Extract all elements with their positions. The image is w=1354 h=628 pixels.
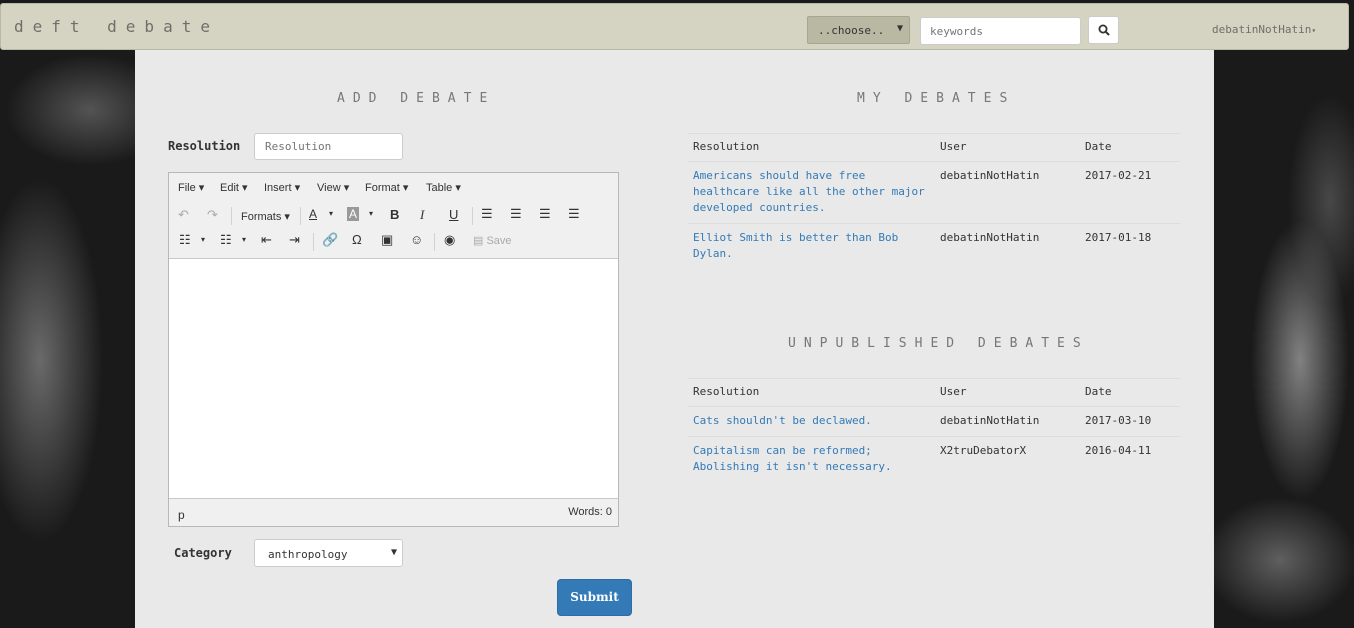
special-character-icon[interactable]: Ω — [352, 232, 362, 247]
category-select[interactable]: anthropology ▼ — [254, 539, 403, 567]
save-icon: ▤ — [473, 235, 484, 247]
debate-link[interactable]: Americans should have free healthcare li… — [688, 161, 935, 224]
preview-icon[interactable]: ◉ — [444, 232, 455, 248]
background-color-icon[interactable]: A — [347, 207, 360, 221]
user-menu[interactable]: debatinNotHatin▾ — [1212, 23, 1316, 36]
editor-menubar: File ▾ Edit ▾ Insert ▾ View ▾ Format ▾ T… — [169, 173, 618, 201]
debate-user: debatinNotHatin — [935, 161, 1080, 224]
submit-button[interactable]: Submit — [557, 579, 632, 616]
search-icon — [1098, 24, 1110, 36]
save-button[interactable]: ▤ Save — [473, 234, 512, 247]
my-debates-table: Resolution User Date Americans should ha… — [688, 133, 1180, 269]
chevron-down-icon: ▼ — [390, 547, 397, 558]
formats-dropdown[interactable]: Formats ▾ — [241, 210, 290, 223]
debate-link[interactable]: Cats shouldn't be declawed. — [688, 406, 935, 437]
table-row: Capitalism can be reformed; Abolishing i… — [688, 437, 1180, 483]
debate-user: X2truDebatorX — [940, 444, 1027, 457]
outdent-icon[interactable]: ⇤ — [261, 232, 272, 248]
column-header-user: User — [935, 378, 1080, 407]
menu-file[interactable]: File ▾ — [178, 181, 204, 194]
unpublished-debates-table: Resolution User Date Cats shouldn't be d… — [688, 378, 1180, 482]
menu-format[interactable]: Format ▾ — [365, 181, 408, 194]
column-header-date: Date — [1080, 133, 1180, 162]
menu-edit[interactable]: Edit ▾ — [220, 181, 248, 194]
debate-link[interactable]: Elliot Smith is better than Bob Dylan. — [688, 224, 935, 270]
resolution-input[interactable] — [254, 133, 403, 160]
emoticon-icon[interactable]: ☺ — [410, 232, 423, 247]
category-select-value: anthropology — [268, 548, 348, 561]
indent-icon[interactable]: ⇥ — [289, 232, 300, 248]
category-label: Category — [174, 546, 232, 560]
add-debate-title: ADD DEBATE — [337, 91, 496, 106]
unpublished-debates-title: UNPUBLISHED DEBATES — [788, 336, 1089, 351]
text-color-chevron-icon[interactable]: ▾ — [329, 209, 333, 218]
editor-toolbar-row-2: ☷ ▾ ☷ ▾ ⇤ ⇥ 🔗 Ω ▣ ☺ ◉ ▤ Save — [169, 230, 618, 256]
debate-link[interactable]: Capitalism can be reformed; Abolishing i… — [688, 437, 935, 483]
table-row: Cats shouldn't be declawed. debatinNotHa… — [688, 406, 1180, 437]
debate-date: 2016-04-11 — [1085, 444, 1152, 457]
column-header-resolution: Resolution — [688, 133, 935, 162]
align-justify-icon[interactable]: ☰ — [568, 206, 580, 222]
caret-down-icon: ▾ — [1311, 26, 1317, 35]
menu-table[interactable]: Table ▾ — [426, 181, 461, 194]
my-debates-title: MY DEBATES — [857, 91, 1016, 106]
category-filter-select[interactable]: ..choose.. ▼ — [807, 16, 910, 44]
chevron-down-icon: ▼ — [896, 23, 903, 34]
table-row: Elliot Smith is better than Bob Dylan. d… — [688, 224, 1180, 270]
debate-date: 2017-03-10 — [1080, 406, 1180, 437]
editor-content-area[interactable] — [169, 258, 618, 499]
search-button[interactable] — [1088, 16, 1119, 44]
editor-element-path[interactable]: p — [178, 508, 185, 522]
align-center-icon[interactable]: ☰ — [510, 206, 522, 222]
column-header-date: Date — [1080, 378, 1180, 407]
debate-user: debatinNotHatin — [935, 406, 1080, 437]
column-header-resolution: Resolution — [688, 378, 935, 407]
rich-text-editor: File ▾ Edit ▾ Insert ▾ View ▾ Format ▾ T… — [168, 172, 619, 527]
redo-icon[interactable]: ↷ — [207, 207, 218, 223]
image-icon[interactable]: ▣ — [381, 232, 393, 248]
table-header-row: Resolution User Date — [688, 378, 1180, 407]
menu-view[interactable]: View ▾ — [317, 181, 349, 194]
debate-date: 2017-01-18 — [1085, 231, 1152, 244]
resolution-label: Resolution — [168, 139, 241, 153]
table-row: Americans should have free healthcare li… — [688, 161, 1180, 224]
align-left-icon[interactable]: ☰ — [481, 206, 493, 222]
background-color-chevron-icon[interactable]: ▾ — [369, 209, 373, 218]
bullet-list-chevron-icon[interactable]: ▾ — [201, 235, 205, 244]
numbered-list-icon[interactable]: ☷ — [220, 232, 232, 248]
debate-user: debatinNotHatin — [940, 231, 1040, 244]
user-name: debatinNotHatin — [1212, 23, 1312, 36]
text-color-icon[interactable]: A — [309, 207, 317, 221]
bold-icon[interactable]: B — [390, 207, 399, 222]
menu-insert[interactable]: Insert ▾ — [264, 181, 300, 194]
table-header-row: Resolution User Date — [688, 133, 1180, 162]
navbar: deft debate ..choose.. ▼ debatinNotHatin… — [0, 3, 1349, 50]
main-panel: ADD DEBATE Resolution File ▾ Edit ▾ Inse… — [135, 50, 1214, 628]
undo-icon[interactable]: ↶ — [178, 207, 189, 223]
editor-toolbar-row-1: ↶ ↷ Formats ▾ A ▾ A ▾ B I U ☰ ☰ ☰ ☰ — [169, 204, 618, 230]
link-icon[interactable]: 🔗 — [322, 232, 338, 248]
column-header-user: User — [935, 133, 1080, 162]
numbered-list-chevron-icon[interactable]: ▾ — [242, 235, 246, 244]
align-right-icon[interactable]: ☰ — [539, 206, 551, 222]
editor-word-count: Words: 0 — [568, 506, 612, 518]
underline-icon[interactable]: U — [449, 207, 458, 222]
keywords-input[interactable] — [920, 17, 1081, 45]
italic-icon[interactable]: I — [420, 207, 424, 223]
debate-date: 2017-02-21 — [1080, 161, 1180, 224]
brand-logo[interactable]: deft debate — [14, 17, 219, 36]
bullet-list-icon[interactable]: ☷ — [179, 232, 191, 248]
category-filter-value: ..choose.. — [818, 24, 885, 37]
